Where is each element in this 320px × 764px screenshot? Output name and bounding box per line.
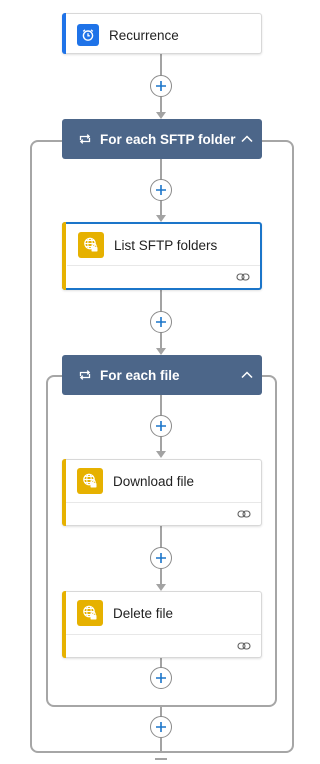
link-icon <box>237 641 251 651</box>
connector-arrow <box>156 112 166 119</box>
add-step-button[interactable] <box>150 311 172 333</box>
action-card-download-file[interactable]: Download file <box>62 459 262 526</box>
plus-icon <box>156 553 166 563</box>
add-step-button[interactable] <box>150 415 172 437</box>
add-step-button[interactable] <box>150 179 172 201</box>
trigger-card-recurrence[interactable]: Recurrence <box>62 13 262 54</box>
clock-icon <box>77 24 99 46</box>
connector-arrow <box>156 348 166 355</box>
link-icon <box>237 509 251 519</box>
sftp-icon <box>77 468 103 494</box>
chevron-up-icon[interactable] <box>239 367 255 383</box>
chevron-up-icon[interactable] <box>239 131 255 147</box>
add-step-button[interactable] <box>150 547 172 569</box>
loop-icon <box>78 368 92 382</box>
connector-arrow <box>156 215 166 222</box>
trigger-label: Recurrence <box>109 27 179 43</box>
plus-icon <box>156 722 166 732</box>
plus-icon <box>156 317 166 327</box>
action-label: Download file <box>113 473 195 489</box>
link-icon <box>236 272 250 282</box>
connector <box>155 758 167 760</box>
card-accent <box>62 13 66 54</box>
action-label: List SFTP folders <box>114 237 218 253</box>
action-card-list-sftp-folders[interactable]: List SFTP folders <box>62 222 262 290</box>
connector <box>160 738 162 753</box>
card-divider <box>66 634 261 635</box>
sftp-icon <box>78 232 104 258</box>
action-label: Delete file <box>113 605 174 621</box>
plus-icon <box>156 421 166 431</box>
add-step-button[interactable] <box>150 667 172 689</box>
loop-icon <box>78 132 92 146</box>
action-card-delete-file[interactable]: Delete file <box>62 591 262 658</box>
card-accent <box>62 591 66 658</box>
add-step-button[interactable] <box>150 716 172 738</box>
plus-icon <box>156 185 166 195</box>
add-step-button[interactable] <box>150 75 172 97</box>
outer-loop-title: For each SFTP folder <box>100 131 236 147</box>
connector-arrow <box>156 584 166 591</box>
connector-arrow <box>156 451 166 458</box>
card-accent <box>62 222 66 290</box>
card-accent <box>62 459 66 526</box>
card-divider <box>67 265 260 266</box>
card-divider <box>66 502 261 503</box>
plus-icon <box>156 673 166 683</box>
plus-icon <box>156 81 166 91</box>
inner-loop-title: For each file <box>100 367 180 383</box>
outer-loop-header[interactable]: For each SFTP folder <box>62 119 262 159</box>
sftp-icon <box>77 600 103 626</box>
inner-loop-header[interactable]: For each file <box>62 355 262 395</box>
